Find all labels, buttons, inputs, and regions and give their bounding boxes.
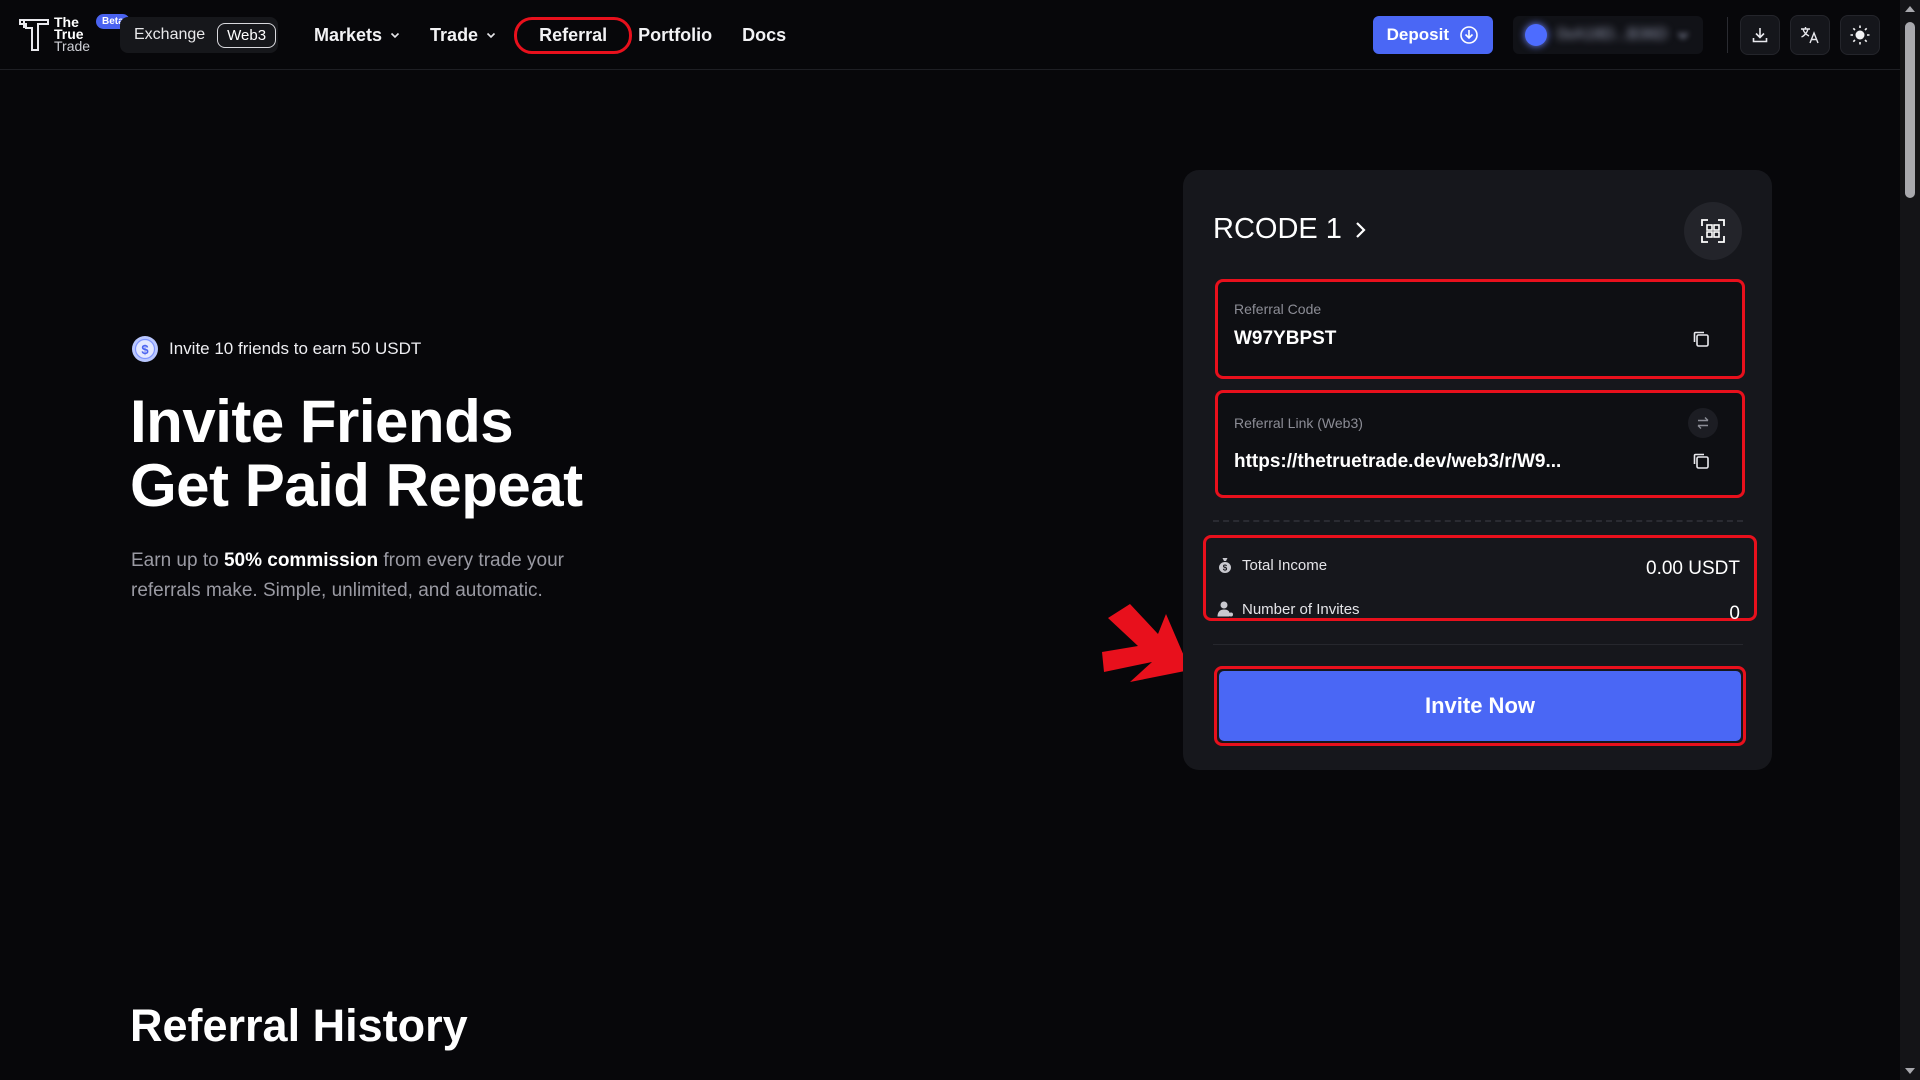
translate-icon: [1801, 27, 1819, 44]
nav-portfolio-label: Portfolio: [638, 24, 713, 45]
download-button[interactable]: [1740, 15, 1780, 55]
nav-markets-label: Markets: [314, 24, 383, 45]
nav-referral[interactable]: Referral: [514, 16, 633, 54]
switch-link-button[interactable]: [1688, 408, 1718, 438]
referral-link-label: Referral Link (Web3): [1234, 415, 1363, 431]
hero-desc-prefix: Earn up to: [131, 550, 224, 571]
referral-code-name: RCODE 1: [1213, 213, 1342, 245]
dashed-divider: [1213, 520, 1743, 522]
main-nav: Markets Trade Referral Portfolio Docs: [314, 0, 816, 70]
header-divider: [1727, 17, 1728, 53]
logo-mark-icon: [19, 19, 49, 51]
chevron-down-icon: [1678, 32, 1689, 39]
referral-link-field: Referral Link (Web3) https://thetruetrad…: [1215, 390, 1745, 498]
total-income-value: 0.00 USDT: [1646, 558, 1740, 579]
qr-code-button[interactable]: [1684, 202, 1742, 260]
wallet-address: 0xA18D...B36D: [1557, 26, 1668, 43]
promo-banner: $ Invite 10 friends to earn 50 USDT: [131, 335, 421, 363]
mode-toggle: Exchange Web3: [120, 17, 278, 53]
copy-link-button[interactable]: [1688, 448, 1714, 474]
top-navigation-bar: The True Trade Beta Exchange Web3 Market…: [0, 0, 1900, 70]
usdt-coin-icon: $: [132, 336, 158, 362]
nav-docs[interactable]: Docs: [742, 25, 786, 46]
referral-code-field: Referral Code W97YBPST: [1215, 279, 1745, 379]
referral-stats: $ Total Income 0.00 USDT Number of Invit…: [1203, 535, 1757, 624]
wallet-selector[interactable]: 0xA18D...B36D: [1513, 16, 1703, 54]
hero-description: Earn up to 50% commission from every tra…: [131, 546, 611, 606]
copy-code-button[interactable]: [1688, 326, 1714, 352]
commission-highlight: 50% commission: [223, 550, 379, 571]
swap-arrows-icon: [1697, 417, 1709, 429]
brand-logo[interactable]: The True Trade Beta: [18, 14, 130, 54]
scroll-up-arrow-icon[interactable]: [1905, 6, 1915, 12]
theme-toggle-button[interactable]: [1840, 15, 1880, 55]
invites-value: 0: [1729, 603, 1740, 624]
mode-web3[interactable]: Web3: [217, 22, 277, 48]
copy-icon: [1693, 453, 1709, 469]
referral-code-label: Referral Code: [1234, 301, 1322, 317]
invites-label: Number of Invites: [1242, 600, 1360, 618]
chevron-down-icon: [390, 32, 400, 39]
header-actions: Deposit 0xA18D...B36D: [1372, 0, 1880, 70]
referral-code-selector[interactable]: RCODE 1: [1213, 213, 1368, 246]
svg-text:$: $: [1223, 564, 1228, 573]
deposit-label: Deposit: [1386, 25, 1449, 44]
wallet-avatar: [1525, 24, 1547, 46]
page-scrollbar[interactable]: [1900, 0, 1920, 1080]
invite-button-highlight: Invite Now: [1214, 666, 1746, 746]
nav-docs-label: Docs: [742, 24, 787, 45]
mode-exchange[interactable]: Exchange: [134, 26, 205, 44]
logo-wordmark: The True Trade: [54, 14, 91, 54]
chevron-down-icon: [487, 32, 496, 39]
qr-scan-icon: [1701, 219, 1725, 243]
nav-markets[interactable]: Markets: [314, 25, 400, 46]
chevron-right-icon: [1356, 221, 1366, 238]
hero-title-line-2: Get Paid Repeat: [130, 452, 583, 519]
deposit-button[interactable]: Deposit: [1372, 16, 1493, 54]
scrollbar-thumb[interactable]: [1905, 22, 1915, 198]
red-arrow-annotation: [1102, 604, 1190, 682]
invites-row: Number of Invites 0: [1216, 593, 1740, 625]
referral-code-value: W97YBPST: [1234, 328, 1337, 349]
card-divider: [1213, 644, 1743, 645]
svg-text:$: $: [141, 342, 149, 357]
nav-trade-label: Trade: [430, 24, 479, 45]
total-income-label: Total Income: [1242, 556, 1328, 574]
referral-history-title: Referral History: [130, 1000, 468, 1051]
deposit-icon: [1460, 26, 1478, 44]
scroll-down-arrow-icon[interactable]: [1905, 1068, 1915, 1074]
total-income-row: $ Total Income 0.00 USDT: [1216, 550, 1740, 580]
referral-card: RCODE 1 Referral Code W97YBPST Referral …: [1183, 170, 1772, 770]
download-icon: [1752, 28, 1768, 43]
copy-icon: [1693, 331, 1709, 347]
hero-title: Invite Friends Get Paid Repeat: [130, 390, 583, 518]
nav-trade[interactable]: Trade: [430, 25, 496, 46]
referral-link-value: https://thetruetrade.dev/web3/r/W9...: [1234, 451, 1562, 472]
language-button[interactable]: [1790, 15, 1830, 55]
promo-text: Invite 10 friends to earn 50 USDT: [169, 339, 422, 358]
nav-portfolio[interactable]: Portfolio: [638, 25, 712, 46]
hero-title-line-1: Invite Friends: [130, 388, 514, 455]
nav-referral-label: Referral: [539, 24, 608, 45]
money-bag-icon: $: [1219, 558, 1231, 573]
invite-now-button[interactable]: Invite Now: [1219, 671, 1741, 741]
sun-icon: [1850, 25, 1870, 45]
user-icon: [1217, 601, 1233, 617]
